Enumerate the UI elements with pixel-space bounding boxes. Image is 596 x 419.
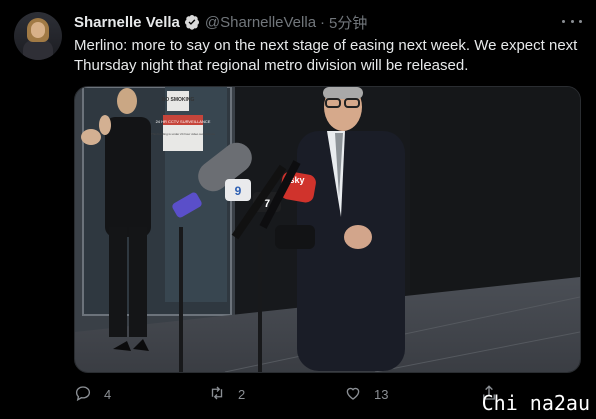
retweet-button[interactable]: 2 <box>208 382 245 406</box>
tweet[interactable]: Sharnelle Vella @SharnelleVella · 5分钟 Me… <box>0 0 596 419</box>
author-name[interactable]: Sharnelle Vella <box>74 14 180 31</box>
reply-count: 4 <box>104 386 112 402</box>
verified-icon <box>184 14 200 30</box>
sign-no-smoking: NO SMOKING <box>162 97 195 103</box>
tweet-media-image[interactable]: 9 7 sky NO SMOKING 24 HR CCTV SURVEILLAN… <box>74 86 581 373</box>
like-count: 13 <box>374 386 389 402</box>
mic-flag-nine: 9 <box>235 184 242 198</box>
author-handle[interactable]: @SharnelleVella <box>205 14 316 31</box>
reply-button[interactable]: 4 <box>74 382 111 406</box>
tweet-actions: 4 2 13 <box>74 382 504 406</box>
more-icon[interactable] <box>562 14 582 28</box>
tweet-text: Merlino: more to say on the next stage o… <box>74 37 578 74</box>
tweet-header: Sharnelle Vella @SharnelleVella · 5分钟 <box>74 12 588 32</box>
separator-dot: · <box>320 13 326 31</box>
sign-cctv-detail: This building is under 24 hour video sur… <box>151 132 215 136</box>
retweet-icon <box>208 384 226 405</box>
reply-icon <box>74 384 92 405</box>
sign-cctv: 24 HR CCTV SURVEILLANCE <box>156 119 211 124</box>
tweet-time[interactable]: 5分钟 <box>329 12 367 33</box>
watermark-text: Chi na2au <box>481 391 590 415</box>
author-avatar[interactable] <box>14 12 62 60</box>
retweet-count: 2 <box>238 386 246 402</box>
like-icon <box>344 384 362 405</box>
like-button[interactable]: 13 <box>344 382 388 406</box>
